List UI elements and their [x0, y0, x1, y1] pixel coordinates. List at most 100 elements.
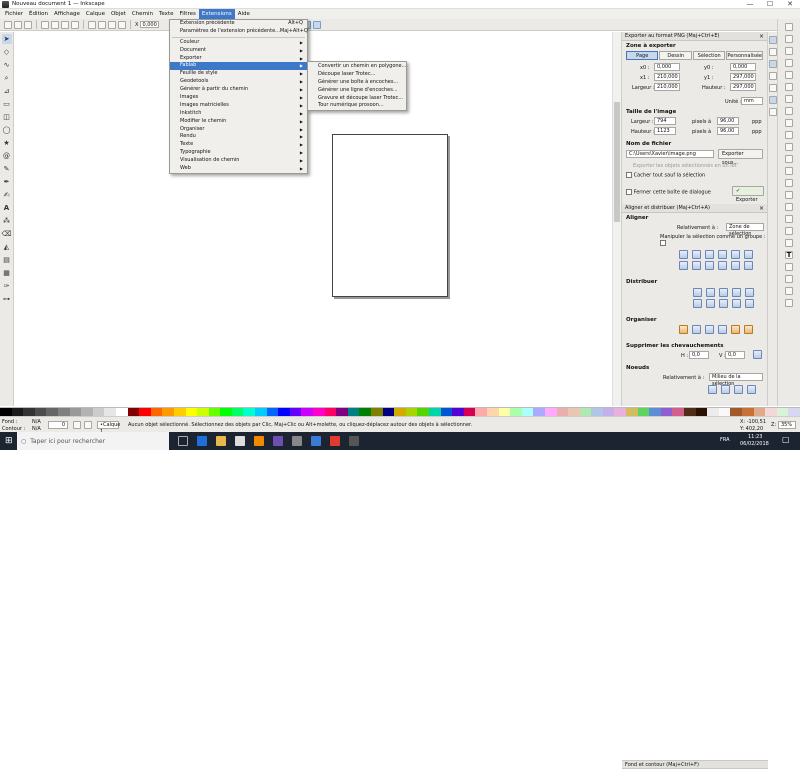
zone-custom-button[interactable]: Personnalisée [726, 51, 763, 60]
color-swatch[interactable] [579, 408, 592, 416]
menu-item-modifier-chemin[interactable]: Modifier le chemin ▶ [170, 118, 307, 126]
inkscape-taskbar-icon[interactable] [292, 436, 302, 446]
ungroup-icon[interactable] [785, 227, 793, 235]
clock-time[interactable]: 11:23 [748, 434, 762, 440]
align-distribute-icon[interactable] [785, 275, 793, 283]
color-swatch[interactable] [614, 408, 627, 416]
pen-tool-icon[interactable]: ✒ [2, 177, 12, 187]
menu-item-images[interactable]: Images ▶ [170, 94, 307, 102]
menu-filtres[interactable]: Filtres [176, 9, 198, 19]
node-distribute-h-icon[interactable] [734, 385, 743, 394]
exchange-positions-icon[interactable] [692, 325, 701, 334]
snap-midpoints-icon[interactable] [768, 84, 777, 92]
text-font-icon[interactable]: T [785, 251, 793, 259]
menu-objet[interactable]: Objet [108, 9, 129, 19]
color-swatch[interactable] [243, 408, 256, 416]
menu-item-organiser[interactable]: Organiser ▶ [170, 126, 307, 134]
color-swatch[interactable] [417, 408, 429, 416]
x-input[interactable]: 0,000 [140, 21, 159, 28]
color-swatch[interactable] [544, 408, 557, 416]
color-swatch[interactable] [428, 408, 441, 416]
color-swatch[interactable] [452, 408, 464, 416]
redo-icon[interactable] [785, 107, 793, 115]
layer-visibility-icon[interactable] [73, 421, 81, 429]
color-swatch[interactable] [382, 408, 395, 416]
close-dialog-checkbox[interactable] [626, 188, 632, 195]
color-swatch[interactable] [81, 408, 93, 416]
color-swatch[interactable] [753, 408, 766, 416]
tweak-tool-icon[interactable]: ∿ [2, 60, 12, 70]
zoom-input[interactable]: 35% [778, 421, 796, 429]
align-bottom-to-top-icon[interactable] [679, 261, 688, 270]
snap-paths-icon[interactable] [768, 72, 777, 80]
color-swatch[interactable] [649, 408, 661, 416]
color-swatch[interactable] [742, 408, 754, 416]
align-top-to-bottom-icon[interactable] [731, 261, 740, 270]
menu-item-document[interactable]: Document ▶ [170, 47, 307, 55]
menu-item-inkstitch[interactable]: Inkstitch ▶ [170, 110, 307, 118]
color-swatch[interactable] [660, 408, 673, 416]
color-swatch[interactable] [347, 408, 360, 416]
color-swatch[interactable] [115, 408, 128, 416]
rotate-ccw-icon[interactable] [41, 20, 49, 29]
color-swatch[interactable] [266, 408, 279, 416]
center-horizontal-axis-icon[interactable] [705, 261, 714, 270]
dpi-x-input[interactable]: 96,00 [717, 117, 739, 125]
group-checkbox[interactable] [660, 239, 666, 246]
close-icon[interactable]: × [759, 204, 764, 213]
xml-editor-icon[interactable] [785, 263, 793, 271]
menu-item-tour-numerique[interactable]: Tour numérique prosoon... [308, 102, 406, 110]
layer-lock-icon[interactable] [84, 421, 92, 429]
lower-icon[interactable] [108, 20, 116, 29]
bucket-tool-icon[interactable]: ◭ [2, 242, 12, 252]
distribute-gaps-v-icon[interactable] [732, 299, 741, 308]
distribute-baseline-icon[interactable] [745, 288, 754, 297]
edge-icon[interactable] [197, 436, 207, 446]
vertical-scrollbar[interactable] [612, 32, 621, 406]
color-swatch[interactable] [278, 408, 290, 416]
deselect-icon[interactable] [24, 20, 32, 29]
color-swatch[interactable] [69, 408, 82, 416]
color-swatch[interactable] [486, 408, 499, 416]
remove-overlaps-icon[interactable] [753, 350, 762, 359]
menu-item-visualisation-chemin[interactable]: Visualisation de chemin ▶ [170, 157, 307, 165]
copy-icon[interactable] [785, 119, 793, 127]
star-tool-icon[interactable]: ★ [2, 138, 12, 148]
color-swatch[interactable] [150, 408, 163, 416]
dpi-y-input[interactable]: 96,00 [717, 127, 739, 135]
center-vertical-axis-icon[interactable] [705, 250, 714, 259]
text-tool-icon[interactable]: A [2, 203, 12, 213]
color-swatch[interactable] [440, 408, 453, 416]
flip-vertical-icon[interactable] [71, 20, 79, 29]
color-swatch[interactable] [498, 408, 511, 416]
menu-item-images-matricielles[interactable]: Images matricielles ▶ [170, 102, 307, 110]
menu-extensions[interactable]: Extensions [198, 9, 235, 19]
unclump-icon[interactable] [731, 325, 740, 334]
node-tool-icon[interactable]: ◇ [2, 47, 12, 57]
color-swatch[interactable] [185, 408, 198, 416]
area-width-input[interactable]: 210,000 [654, 83, 680, 91]
document-page[interactable] [332, 134, 448, 297]
spray-tool-icon[interactable]: ⁂ [2, 216, 12, 226]
menu-item-rendu[interactable]: Rendu ▶ [170, 133, 307, 141]
steam-icon[interactable] [311, 436, 321, 446]
color-swatch[interactable] [556, 408, 569, 416]
y1-input[interactable]: 297,000 [730, 73, 756, 81]
app-icon[interactable] [273, 436, 283, 446]
menu-edition[interactable]: Édition [26, 9, 51, 19]
snap-bbox-icon[interactable] [768, 48, 777, 56]
zone-dessin-button[interactable]: Dessin [659, 51, 692, 60]
color-swatch[interactable] [139, 408, 151, 416]
area-height-input[interactable]: 297,000 [730, 83, 756, 91]
menu-item-convertir-polygone[interactable]: Convertir un chemin en polygone... [308, 63, 406, 71]
menu-item-fablab[interactable]: Fablab ▶ [170, 62, 307, 71]
zoom-page-icon[interactable] [785, 179, 793, 187]
snap-nodes-icon[interactable] [768, 60, 777, 68]
distribute-bottom-icon[interactable] [719, 299, 728, 308]
language-indicator[interactable]: FRA [720, 437, 730, 443]
color-swatch[interactable] [591, 408, 603, 416]
color-swatch[interactable] [637, 408, 650, 416]
color-swatch[interactable] [34, 408, 47, 416]
color-swatch[interactable] [626, 408, 638, 416]
color-swatch[interactable] [718, 408, 731, 416]
